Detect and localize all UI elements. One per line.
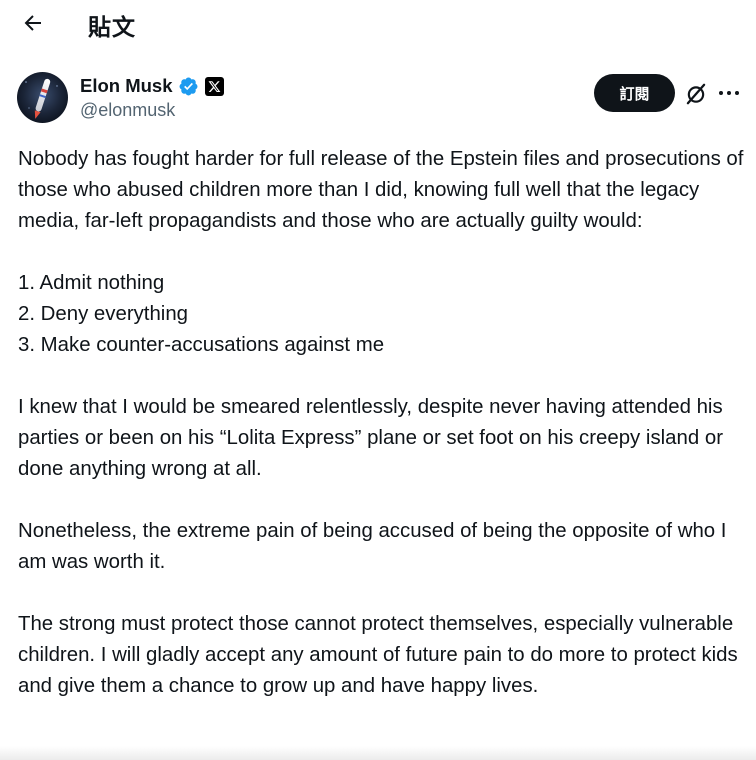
handle[interactable]: @elonmusk (80, 100, 175, 121)
list-item: 3. Make counter-accusations against me (18, 334, 385, 356)
arrow-left-icon (24, 15, 41, 31)
post-header: 貼文 (0, 0, 756, 50)
grok-icon (686, 83, 706, 105)
tweet-text: Nobody has fought harder for full releas… (18, 144, 750, 702)
avatar[interactable] (17, 72, 68, 123)
page-title: 貼文 (88, 15, 136, 41)
x-logo-icon[interactable] (204, 76, 224, 96)
display-name[interactable]: Elon Musk (80, 75, 173, 97)
verified-badge-icon (178, 76, 199, 97)
tweet-paragraph: Nonetheless, the extreme pain of being a… (18, 520, 727, 573)
grok-button[interactable] (682, 80, 710, 108)
name-line: Elon Musk (80, 74, 224, 98)
list-item: 1. Admit nothing (18, 272, 165, 294)
bottom-fade (0, 746, 756, 760)
author-row: Elon Musk @elonmusk 訂閱 (0, 66, 756, 130)
tweet-paragraph: Nobody has fought harder for full releas… (18, 148, 744, 232)
subscribe-button[interactable]: 訂閱 (594, 74, 675, 112)
more-horizontal-icon (719, 91, 739, 95)
post-page: 貼文 Elon Musk @elonmusk 訂閱 Nobody has fou… (0, 0, 756, 760)
tweet-paragraph: I knew that I would be smeared relentles… (18, 396, 723, 480)
tweet-paragraph: The strong must protect those cannot pro… (18, 613, 738, 697)
list-item: 2. Deny everything (18, 303, 189, 325)
more-options-button[interactable] (714, 80, 744, 106)
back-button[interactable] (16, 6, 50, 40)
